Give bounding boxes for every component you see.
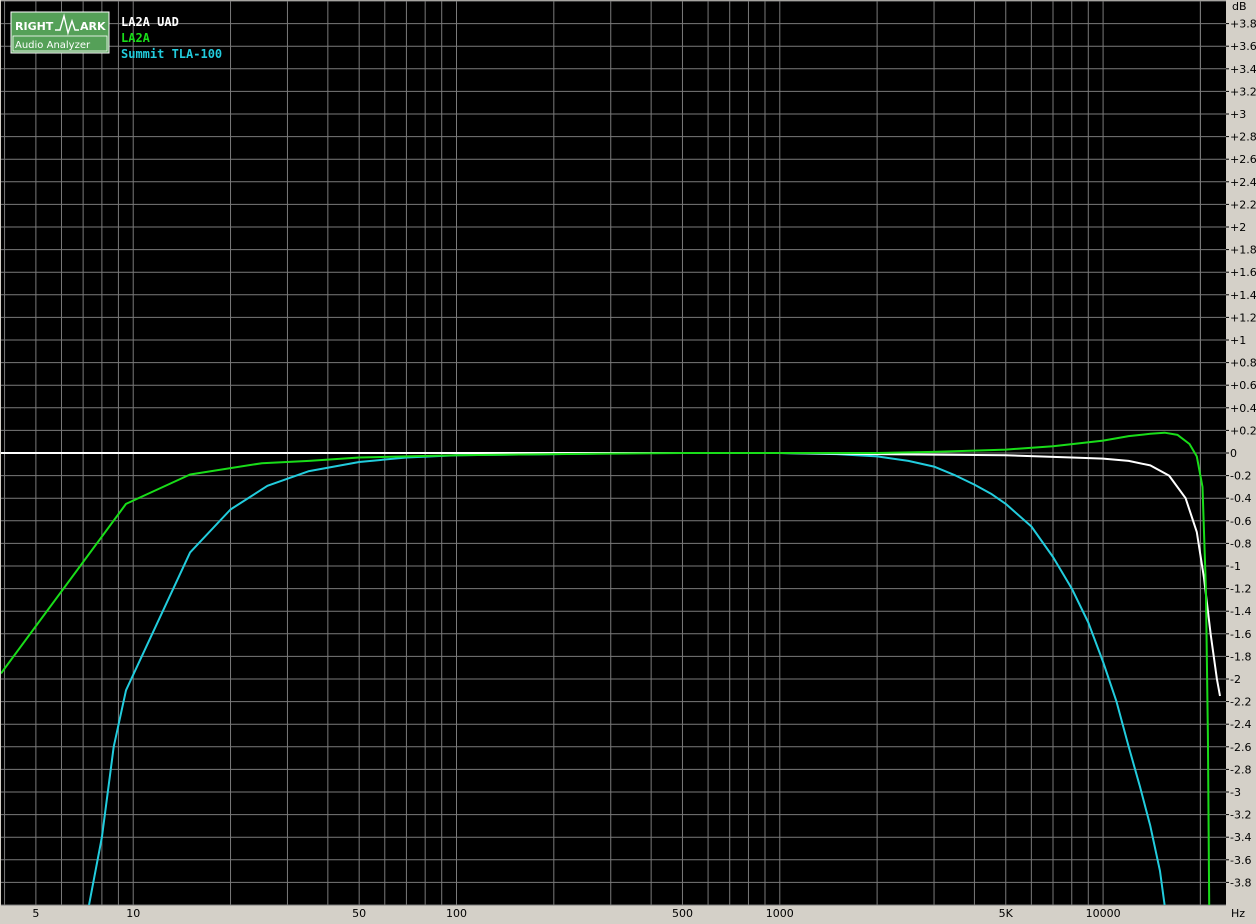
legend-entry: LA2A UAD — [121, 15, 179, 29]
legend-entry: LA2A — [121, 31, 151, 45]
x-tick-label: 5 — [32, 907, 39, 920]
y-tick-label: -3 — [1230, 786, 1241, 799]
y-tick-label: -1.4 — [1230, 605, 1251, 618]
y-tick-label: +0.6 — [1230, 379, 1256, 392]
y-tick-label: -2.4 — [1230, 718, 1251, 731]
y-tick-label: +0.8 — [1230, 357, 1256, 370]
y-tick-label: +1.6 — [1230, 266, 1256, 279]
y-tick-label: -3.4 — [1230, 831, 1251, 844]
logo-subtitle: Audio Analyzer — [15, 40, 91, 51]
y-tick-label: -2.8 — [1230, 763, 1251, 776]
y-tick-label: -0.8 — [1230, 537, 1251, 550]
y-tick-label: +2.8 — [1230, 131, 1256, 144]
y-tick-label: +1.4 — [1230, 289, 1256, 302]
y-tick-label: +1.8 — [1230, 244, 1256, 257]
x-tick-label: 10000 — [1086, 907, 1121, 920]
legend-entry: Summit TLA-100 — [121, 47, 222, 61]
y-tick-label: +3.2 — [1230, 85, 1256, 98]
y-tick-label: +3.4 — [1230, 63, 1256, 76]
y-tick-label: +1 — [1230, 334, 1246, 347]
y-tick-label: -2.2 — [1230, 696, 1251, 709]
y-tick-label: +0.2 — [1230, 424, 1256, 437]
y-tick-label: -2 — [1230, 673, 1241, 686]
y-tick-label: -2.6 — [1230, 741, 1251, 754]
rightmark-logo: RIGHT ARK Audio Analyzer — [10, 11, 110, 54]
y-tick-label: -0.6 — [1230, 515, 1251, 528]
y-tick-label: -1.2 — [1230, 583, 1251, 596]
y-tick-label: -0.4 — [1230, 492, 1251, 505]
frequency-response-chart: +3.8 +3.6 +3.4 +3.2 +3 +2.8 +2.6 +2.4 +2.2 +2 +1.8… — [0, 0, 1256, 924]
x-tick-label: 10 — [126, 907, 140, 920]
y-tick-label: +1.2 — [1230, 311, 1256, 324]
y-tick-label: +2.6 — [1230, 153, 1256, 166]
y-tick-label: +3 — [1230, 108, 1246, 121]
y-tick-label: +3.8 — [1230, 18, 1256, 31]
y-tick-label: 0 — [1230, 447, 1237, 460]
logo-word-right: RIGHT — [15, 20, 54, 33]
y-tick-label: -1.8 — [1230, 650, 1251, 663]
y-tick-label: +0.4 — [1230, 402, 1256, 415]
y-axis-unit-label: dB — [1232, 0, 1247, 13]
y-tick-label: -3.8 — [1230, 876, 1251, 889]
y-tick-label: -3.2 — [1230, 809, 1251, 822]
x-tick-label: 50 — [352, 907, 366, 920]
x-axis-unit-label: Hz — [1231, 907, 1245, 920]
y-tick-label: +2.2 — [1230, 198, 1256, 211]
y-tick-label: +2 — [1230, 221, 1246, 234]
y-tick-label: -3.6 — [1230, 854, 1251, 867]
y-tick-label: -0.2 — [1230, 470, 1251, 483]
x-tick-label: 100 — [446, 907, 467, 920]
x-tick-label: 5K — [999, 907, 1014, 920]
y-tick-label: -1.6 — [1230, 628, 1251, 641]
y-tick-label: +3.6 — [1230, 40, 1256, 53]
logo-word-ark: ARK — [80, 20, 106, 33]
x-tick-label: 1000 — [766, 907, 794, 920]
y-tick-label: +2.4 — [1230, 176, 1256, 189]
y-tick-label: -1 — [1230, 560, 1241, 573]
x-tick-label: 500 — [672, 907, 693, 920]
